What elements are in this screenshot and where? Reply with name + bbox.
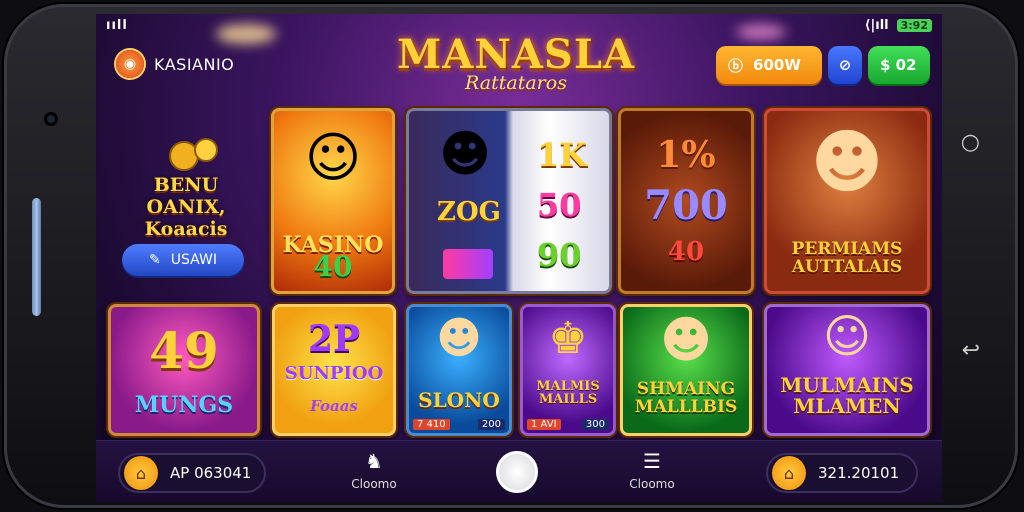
- home-icon: ⌂: [124, 456, 158, 490]
- tile-label: MUNGS: [134, 391, 234, 418]
- balance-pill-label: 321.20101: [818, 464, 900, 482]
- coins-button[interactable]: ⓑ 600W: [716, 46, 822, 84]
- tile-badge: 300: [581, 419, 609, 430]
- compass-button[interactable]: ⊘: [828, 46, 862, 84]
- front-camera: [44, 112, 58, 126]
- home-button[interactable]: [496, 451, 538, 493]
- game-tile-kasino[interactable]: ☺ KASINO 40: [271, 108, 395, 294]
- game-tile-slots[interactable]: ☻ ZOG 1K 50 90: [406, 108, 612, 294]
- bottom-nav: ⌂ AP 063041 ♞ Cloomo ☰ Cloomo ⌂ 321.2010…: [96, 440, 942, 502]
- signal-icon: ⟨|ıll: [864, 17, 889, 33]
- woman-character-icon: ☺: [823, 309, 871, 363]
- tile-badge: 200: [477, 419, 505, 430]
- nav-item-label: Cloomo: [351, 477, 397, 491]
- carrier-text: ııll: [106, 17, 128, 33]
- game-tile-sunpioo[interactable]: 2P SUNPIOO Foaas: [272, 304, 396, 436]
- side-button[interactable]: [32, 198, 41, 316]
- tile-value: 40: [667, 237, 705, 267]
- ticket-icon: [443, 249, 493, 279]
- promo-line-1: BENU OANIX,: [146, 174, 226, 218]
- account-pill-label: AP 063041: [170, 464, 252, 482]
- nav-item-1[interactable]: ♞ Cloomo: [334, 449, 414, 491]
- game-title: MANASLA Rattataros: [396, 31, 636, 95]
- tile-label: SUNPIOO: [284, 363, 384, 384]
- smiley-icon: ☺: [304, 126, 362, 189]
- tile-label: SLONO: [418, 388, 500, 412]
- dj-character-icon: ☻: [810, 121, 884, 203]
- tile-label: MALMIS MAILLS: [536, 378, 600, 408]
- coin-icon: ⓑ: [728, 56, 744, 75]
- promo-button[interactable]: ✎ USAWI: [122, 244, 244, 276]
- nav-item-2[interactable]: ☰ Cloomo: [612, 449, 692, 491]
- tile-label: MULMAINS MLAMEN: [780, 373, 914, 418]
- tile-label: 700: [644, 182, 728, 229]
- game-tile-malmis[interactable]: ♚ MALMIS MAILLS 1 AVI 300: [520, 304, 616, 436]
- compass-icon: ⊘: [838, 56, 852, 74]
- tile-badge: 40: [313, 249, 353, 283]
- cash-label: $ 02: [880, 56, 917, 74]
- king-character-icon: ♚: [548, 313, 588, 364]
- brand-name: KASIANIO: [154, 54, 235, 74]
- man-character-icon: ☻: [659, 311, 713, 369]
- battery-icon: 3:92: [896, 18, 932, 32]
- phone-frame: ııll ⟨|ıll 3:92 ◉ KASIANIO MANASLA Ratta…: [4, 4, 1018, 508]
- tile-badge: 7 410: [413, 419, 450, 430]
- cash-button[interactable]: $ 02: [868, 46, 930, 84]
- promo-button-label: USAWI: [170, 252, 217, 268]
- tile-value: 1%: [656, 134, 716, 176]
- tile-label: SHMAING MALLLBIS: [634, 379, 738, 418]
- reel-value: 90: [537, 236, 582, 274]
- coins-label: 600W: [753, 56, 801, 74]
- back-icon[interactable]: ↩: [962, 338, 980, 363]
- game-tile-mungs[interactable]: 49 MUNGS: [108, 304, 260, 436]
- tile-big-label: 49: [149, 321, 219, 380]
- game-screen: ııll ⟨|ıll 3:92 ◉ KASIANIO MANASLA Ratta…: [96, 14, 942, 502]
- game-tile-slono[interactable]: ☻ SLONO 7 410 200: [406, 304, 512, 436]
- tile-label: ZOG: [437, 197, 501, 227]
- tile-big-label: 2P: [307, 318, 361, 360]
- balance-pill[interactable]: ⌂ 321.20101: [766, 453, 918, 493]
- chip-icon: ◉: [116, 50, 144, 78]
- tile-label: PERMIAMS AUTTALAIS: [791, 239, 903, 278]
- brand[interactable]: ◉ KASIANIO: [116, 50, 234, 78]
- tile-sub-label: Foaas: [310, 397, 358, 416]
- cat-icon: ♞: [365, 449, 383, 473]
- cowboy-icon: ☻: [439, 125, 492, 183]
- reel-value: 50: [537, 186, 582, 224]
- circle-nav-icon[interactable]: ○: [961, 130, 980, 155]
- elf-character-icon: ☻: [436, 313, 482, 364]
- reel-value: 1K: [537, 136, 588, 174]
- game-tile-700[interactable]: 1% 700 40: [618, 108, 754, 294]
- promo-line-2: Koaacis: [144, 218, 228, 240]
- game-tile-permiams[interactable]: ☻ PERMIAMS AUTTALAIS: [764, 108, 930, 294]
- game-tile-shmaing[interactable]: ☻ SHMAING MALLLBIS: [620, 304, 752, 436]
- nav-item-label: Cloomo: [629, 477, 675, 491]
- tile-badge: 1 AVI: [527, 419, 561, 430]
- wallet-icon: ⌂: [772, 456, 806, 490]
- title-main: MANASLA: [397, 31, 635, 78]
- account-pill[interactable]: ⌂ AP 063041: [118, 453, 266, 493]
- game-tile-mulmains[interactable]: ☺ MULMAINS MLAMEN: [764, 304, 930, 436]
- list-icon: ☰: [643, 449, 661, 473]
- promo-banner: BENU OANIX, Koaacis: [116, 144, 256, 240]
- pencil-icon: ✎: [149, 252, 161, 268]
